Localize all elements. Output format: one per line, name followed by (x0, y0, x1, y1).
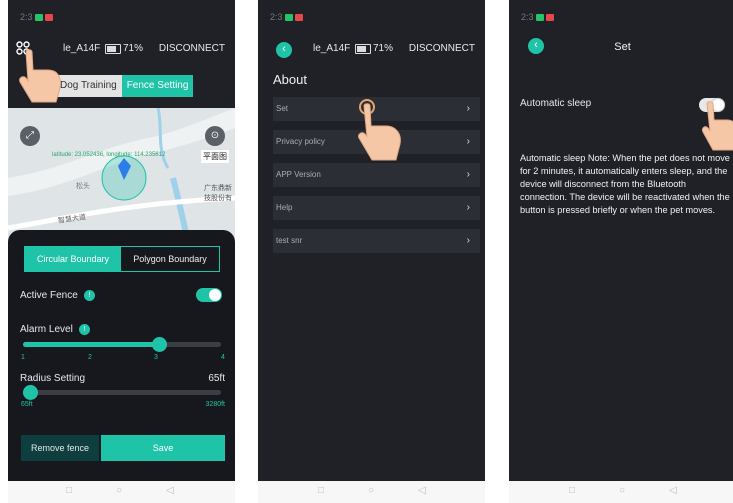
boundary-type-toggle: Circular Boundary Polygon Boundary (24, 246, 220, 272)
page-title: Set (614, 41, 631, 53)
phone-fence-setting: 2:3 le_A14F 71% DISCONNECT Dog Training F… (8, 0, 235, 503)
menu-item-label: Set (276, 104, 289, 113)
disconnect-button[interactable]: DISCONNECT (159, 43, 225, 54)
hand-pointer-icon (19, 49, 61, 103)
status-time: 2:3 (20, 12, 33, 22)
status-bar: 2:3 (8, 12, 235, 26)
tab-fence-setting[interactable]: Fence Setting (121, 75, 194, 97)
menu-item-help[interactable]: Help › (273, 196, 480, 220)
system-nav-bar: □ ○ ◁ (8, 481, 235, 503)
square-icon[interactable]: □ (66, 485, 72, 496)
notification-icon (34, 14, 43, 22)
expand-icon[interactable]: ⤢ (20, 126, 40, 146)
menu-item-label: Privacy policy (276, 137, 325, 146)
map-background (8, 108, 235, 243)
radius-knob[interactable] (23, 385, 38, 400)
system-nav-bar: □ ○ ◁ (509, 481, 733, 503)
circle-icon[interactable]: ○ (619, 485, 625, 496)
alarm-level-fill (23, 342, 160, 347)
remove-fence-button[interactable]: Remove fence (21, 435, 99, 461)
alarm-level-slider[interactable] (23, 337, 221, 352)
menu-item-test-snr[interactable]: test snr › (273, 229, 480, 253)
hand-pointer-icon (358, 99, 401, 161)
square-icon[interactable]: □ (569, 485, 575, 496)
circle-icon[interactable]: ○ (368, 485, 374, 496)
battery-icon (355, 44, 371, 54)
status-time: 2:3 (521, 12, 534, 22)
battery-percent: 71% (373, 43, 394, 54)
hand-pointer-icon (702, 101, 733, 151)
menu-item-label: test snr (276, 236, 303, 245)
chevron-right-icon: › (466, 103, 470, 114)
tab-polygon-boundary[interactable]: Polygon Boundary (121, 247, 219, 271)
phone-about: 2:3 ‹ le_A14F 71% DISCONNECT About Set › … (258, 0, 485, 503)
radius-max-label: 3280ft (205, 401, 225, 408)
place-label: 广东鼎新 技股份有 (204, 185, 232, 202)
notification-icon (294, 14, 303, 22)
radius-slider[interactable] (23, 385, 221, 400)
info-icon[interactable]: ! (83, 290, 95, 301)
notification-icon (284, 14, 293, 22)
chevron-right-icon: › (466, 202, 470, 213)
chevron-right-icon: › (466, 136, 470, 147)
alarm-tick: 3 (154, 354, 158, 361)
device-name: le_A14F (63, 43, 101, 54)
active-fence-row: Active Fence! (20, 290, 95, 301)
menu-item-app-version[interactable]: APP Version › (273, 163, 480, 187)
active-fence-toggle[interactable] (196, 288, 222, 302)
disconnect-button[interactable]: DISCONNECT (409, 43, 475, 54)
alarm-level-label: Alarm Level (20, 324, 73, 336)
triangle-back-icon[interactable]: ◁ (669, 485, 677, 496)
alarm-tick: 1 (21, 354, 25, 361)
alarm-tick: 2 (88, 354, 92, 361)
radius-value: 65ft (208, 373, 225, 384)
chevron-right-icon: › (466, 169, 470, 180)
info-icon[interactable]: ! (78, 324, 90, 335)
tab-dog-training[interactable]: Dog Training (55, 75, 122, 97)
active-fence-label: Active Fence (20, 290, 78, 302)
alarm-level-row: Alarm Level! (20, 324, 90, 335)
menu-item-label: Help (276, 203, 293, 212)
system-nav-bar: □ ○ ◁ (258, 481, 485, 503)
automatic-sleep-note: Automatic sleep Note: When the pet does … (520, 153, 730, 215)
battery-icon (105, 44, 121, 54)
triangle-back-icon[interactable]: ◁ (418, 485, 426, 496)
fence-settings-sheet: Circular Boundary Polygon Boundary Activ… (8, 230, 235, 503)
map-type-button[interactable]: 平面图 (201, 150, 229, 163)
save-button[interactable]: Save (101, 435, 225, 461)
map-view[interactable]: latitude: 23.052436, longitude: 114.2356… (8, 108, 235, 243)
alarm-tick: 4 (221, 354, 225, 361)
page-title: About (273, 72, 307, 87)
top-bar: le_A14F 71% DISCONNECT (258, 36, 485, 62)
place-label: 松头 (76, 183, 90, 190)
menu-item-label: APP Version (276, 170, 321, 179)
radius-setting-label: Radius Setting (20, 373, 86, 384)
chevron-right-icon: › (466, 235, 470, 246)
automatic-sleep-label: Automatic sleep (520, 98, 592, 109)
status-bar: 2:3 (509, 12, 733, 26)
circle-icon[interactable]: ○ (116, 485, 122, 496)
tab-circular-boundary[interactable]: Circular Boundary (25, 247, 121, 271)
location-pin-icon[interactable]: ⊙ (205, 126, 225, 146)
mode-tabs: Dog Training Fence Setting (55, 75, 194, 97)
notification-icon (545, 14, 554, 22)
coordinates-label: latitude: 23.052436, longitude: 114.2356… (52, 152, 166, 158)
battery-percent: 71% (123, 43, 144, 54)
status-bar: 2:3 (258, 12, 485, 26)
triangle-back-icon[interactable]: ◁ (166, 485, 174, 496)
device-name: le_A14F (313, 43, 351, 54)
notification-icon (44, 14, 53, 22)
notification-icon (535, 14, 544, 22)
square-icon[interactable]: □ (318, 485, 324, 496)
alarm-level-knob[interactable] (152, 337, 167, 352)
status-time: 2:3 (270, 12, 283, 22)
phone-set: 2:3 ‹ Set Automatic sleep Automatic slee… (509, 0, 733, 503)
radius-min-label: 65ft (21, 401, 33, 408)
